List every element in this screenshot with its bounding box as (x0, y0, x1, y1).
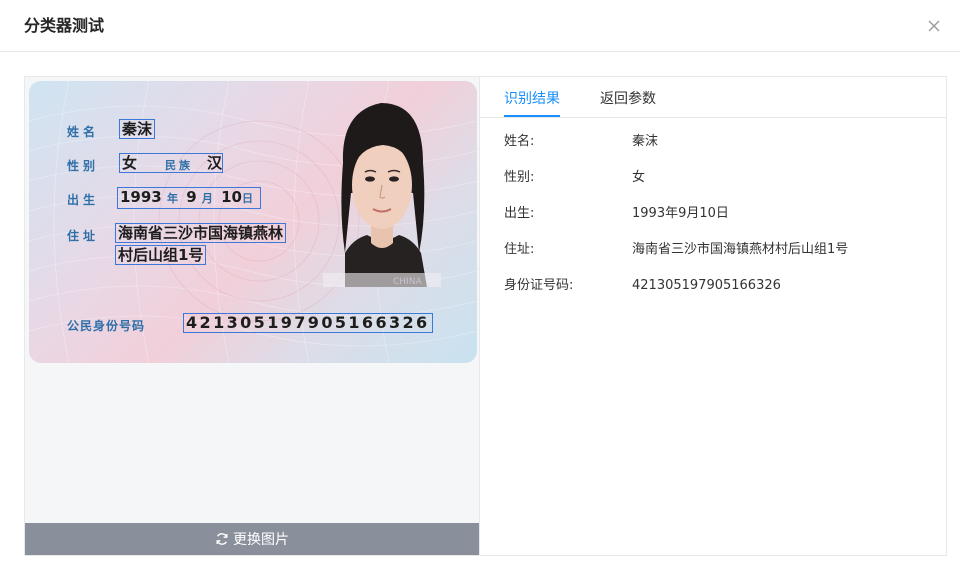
card-value-birth: 1993 年 9 月 10日 (117, 187, 261, 209)
dialog-title: 分类器测试 (24, 16, 105, 35)
change-image-button[interactable]: 更换图片 (25, 523, 479, 555)
card-label-birth: 出生 (67, 193, 100, 207)
result-value: 海南省三沙市国海镇燕材村后山组1号 (632, 242, 849, 257)
tab-recognition-result[interactable]: 识别结果 (504, 89, 560, 109)
result-label: 性别: (504, 170, 535, 185)
card-birth-year: 1993 (120, 188, 162, 206)
change-image-label: 更换图片 (233, 532, 289, 548)
card-birth-year-unit: 年 (166, 192, 181, 205)
card-label-name: 姓名 (67, 125, 100, 139)
card-label-address: 住址 (67, 229, 100, 243)
result-label: 出生: (504, 206, 535, 221)
tab-return-params[interactable]: 返回参数 (600, 89, 656, 109)
result-label: 身份证号码: (504, 278, 574, 293)
result-panel: 识别结果 返回参数 姓名: 秦沫 性别: 女 出生: 1993年9月10日 住址… (480, 76, 947, 556)
image-preview-panel: 姓名 秦沫 性别 女 民族 汉 出生 1993 年 9 月 10日 住址 海南省… (24, 76, 480, 556)
tab-active-indicator (504, 115, 560, 117)
close-icon[interactable] (926, 18, 942, 34)
id-card-image: 姓名 秦沫 性别 女 民族 汉 出生 1993 年 9 月 10日 住址 海南省… (29, 81, 477, 363)
card-value-address-line1: 海南省三沙市国海镇燕林 (115, 223, 287, 243)
portrait-photo: CHINA (323, 93, 441, 287)
card-value-id-number: 421305197905166326 (183, 313, 433, 333)
result-value: 女 (632, 170, 646, 185)
classifier-test-dialog: 分类器测试 姓名 秦沫 性别 女 民族 汉 出生 1993 年 9 月 10日 … (0, 0, 960, 580)
result-label: 住址: (504, 242, 535, 257)
refresh-icon (216, 533, 228, 545)
result-value: 秦沫 (632, 134, 659, 149)
result-value: 1993年9月10日 (632, 206, 729, 221)
result-label: 姓名: (504, 134, 535, 149)
card-label-gender: 性别 (67, 159, 100, 173)
card-birth-day-unit: 日 (242, 192, 253, 205)
card-birth-month-unit: 月 (201, 192, 216, 205)
card-value-ethnicity: 汉 (207, 154, 223, 172)
card-value-name: 秦沫 (119, 119, 156, 139)
card-label-id-number: 公民身份号码 (67, 319, 146, 333)
result-value: 421305197905166326 (632, 278, 781, 293)
card-watermark: CHINA (393, 277, 422, 287)
result-tabs: 识别结果 返回参数 (480, 77, 946, 118)
dialog-header: 分类器测试 (0, 0, 960, 52)
card-value-address-line2: 村后山组1号 (115, 245, 207, 265)
card-label-ethnicity: 民族 (165, 159, 193, 172)
card-birth-month: 9 (186, 188, 197, 206)
card-birth-day: 10 (221, 188, 242, 206)
